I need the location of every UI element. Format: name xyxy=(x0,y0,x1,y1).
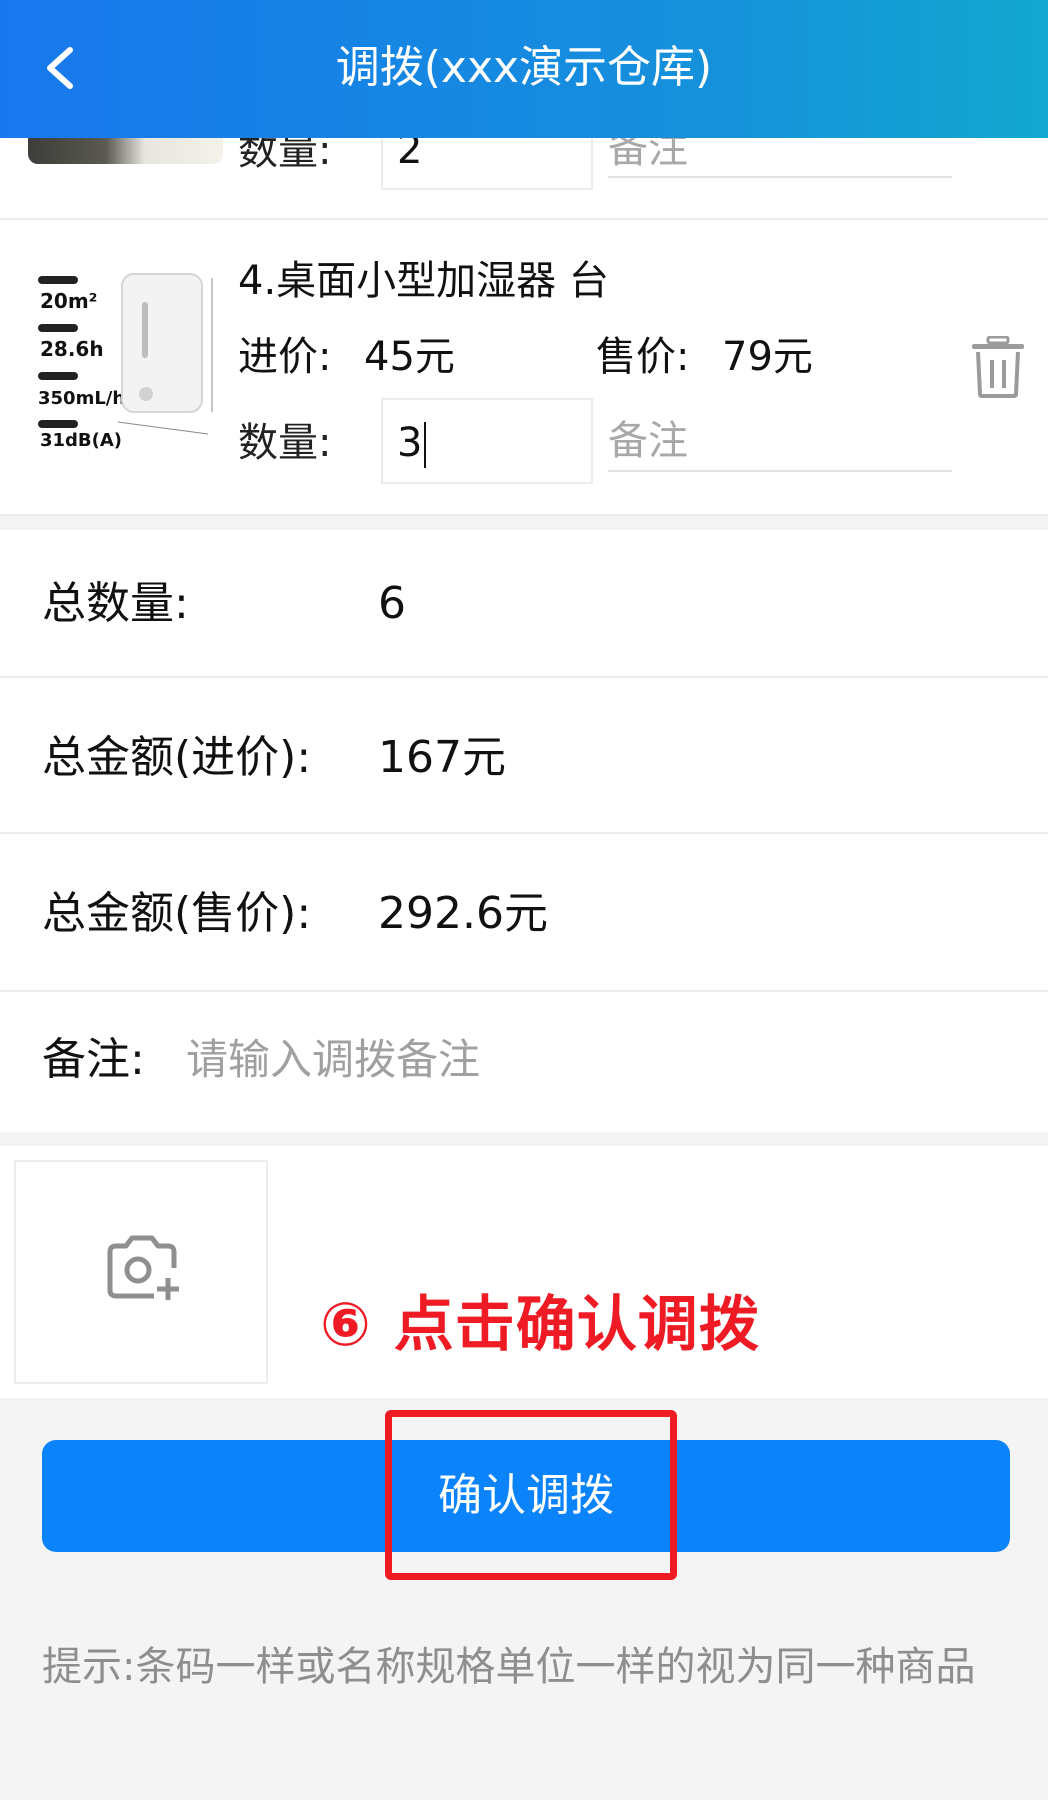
remark-row[interactable] xyxy=(0,992,1048,1132)
total-cost-label: 总金额(进价): xyxy=(42,732,312,783)
highlight-box xyxy=(385,1410,677,1580)
remark-label: 备注: xyxy=(42,1034,145,1085)
spec-area: 20m² xyxy=(40,289,97,313)
spec-noise: 31dB(A) xyxy=(40,430,122,451)
product-image-humidifier: 20m² 28.6h 350mL/h 31dB(A) xyxy=(38,273,213,451)
qty-input[interactable]: 3 xyxy=(381,398,593,484)
qty-label: 数量: xyxy=(238,420,332,466)
spec-rate: 350mL/h xyxy=(38,388,125,409)
spec-time: 28.6h xyxy=(40,337,104,361)
remark-field[interactable]: 请输入调拨备注 xyxy=(186,1032,480,1088)
remark-input[interactable]: 备注 xyxy=(608,414,952,472)
tutorial-annotation: ⑥ 点击确认调拨 xyxy=(320,1290,760,1360)
cost-value: 45元 xyxy=(364,334,455,380)
total-sale-label: 总金额(售价): xyxy=(42,888,312,939)
page-title: 调拨(xxx演示仓库) xyxy=(335,42,713,93)
text-cursor xyxy=(424,422,427,468)
product-thumbnail-prev xyxy=(28,138,223,164)
total-qty-value: 6 xyxy=(378,578,406,629)
total-qty-label: 总数量: xyxy=(42,578,189,629)
qty-value: 3 xyxy=(397,420,423,466)
cost-label: 进价: xyxy=(238,334,332,380)
total-sale-value: 292.6元 xyxy=(378,888,548,939)
camera-add-icon xyxy=(107,1235,179,1300)
app-header: 调拨(xxx演示仓库) xyxy=(0,0,1048,138)
product-name: 4.桌面小型加湿器 台 xyxy=(238,258,609,304)
divider xyxy=(0,514,1048,516)
total-cost-value: 167元 xyxy=(378,732,506,783)
sale-value: 79元 xyxy=(722,334,813,380)
hint-text: 提示:条码一样或名称规格单位一样的视为同一种商品 xyxy=(42,1644,976,1690)
add-photo-button[interactable] xyxy=(14,1160,268,1384)
trash-icon[interactable] xyxy=(970,336,1026,398)
sale-label: 售价: xyxy=(596,334,690,380)
